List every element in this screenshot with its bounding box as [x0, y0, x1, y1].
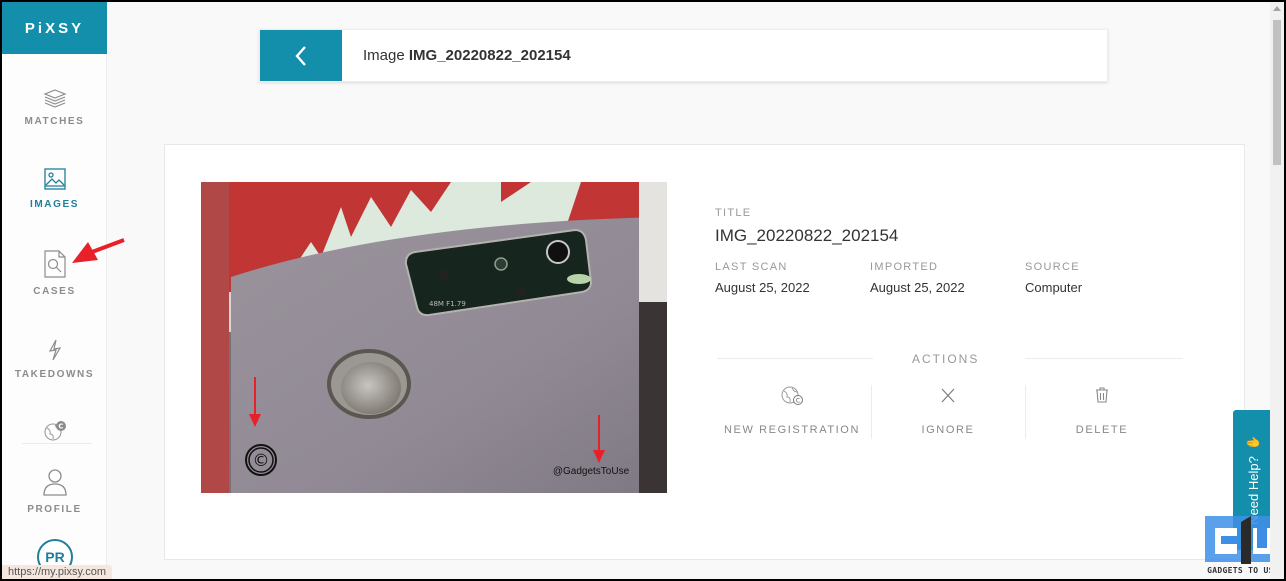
actions-divider-left [717, 358, 873, 359]
scroll-up-arrow-icon[interactable] [1273, 6, 1281, 11]
last-scan-label: LAST SCAN [715, 261, 788, 273]
title-image-name: IMG_20220822_202154 [408, 47, 571, 64]
actions-divider-right [1025, 358, 1183, 359]
watermark-handle: @GadgetsToUse [553, 466, 630, 477]
sidebar-item-label: CASES [33, 286, 76, 297]
title-label: TITLE [715, 207, 752, 219]
imported-label: IMPORTED [870, 261, 939, 273]
pixsy-logo[interactable]: PiXSY [2, 2, 107, 54]
page-scrollbar[interactable] [1270, 2, 1284, 579]
sidebar-divider [22, 443, 92, 444]
camera-text: 48M F1.79 [429, 300, 466, 308]
avatar-initials: PR [45, 549, 65, 565]
sidebar-item-registration[interactable]: C [2, 420, 107, 442]
title-prefix: Image [363, 47, 405, 64]
back-button[interactable] [260, 30, 342, 81]
sidebar-item-matches[interactable]: MATCHES [2, 88, 107, 127]
sidebar-item-takedowns[interactable]: TAKEDOWNS [2, 339, 107, 380]
ignore-button[interactable]: IGNORE [872, 385, 1024, 441]
delete-button[interactable]: DELETE [1026, 385, 1178, 441]
actions-heading: ACTIONS [912, 352, 980, 366]
browser-viewport: PiXSY MATCHES IMAGES CASES TAKEDOWNS C P… [2, 2, 1284, 579]
image-icon [43, 168, 66, 190]
action-label: DELETE [1075, 424, 1129, 436]
new-registration-button[interactable]: C NEW REGISTRATION [717, 385, 867, 441]
trash-icon [1096, 387, 1108, 403]
copyright-symbol: © [253, 451, 270, 471]
globe-copyright-icon: C [43, 421, 66, 441]
annotation-arrow-icon [72, 238, 125, 263]
logo-text: PiXSY [24, 19, 85, 37]
sidebar-item-label: TAKEDOWNS [14, 369, 95, 380]
sidebar-item-label: IMAGES [29, 199, 80, 210]
image-header: Image IMG_20220822_202154 [259, 29, 1108, 82]
action-label: NEW REGISTRATION [723, 424, 860, 436]
image-preview[interactable]: 48M F1.79 © @GadgetsToUse [201, 182, 667, 493]
close-icon [941, 388, 955, 403]
svg-text:C: C [796, 398, 800, 405]
action-label: IGNORE [921, 424, 975, 436]
globe-copyright-icon: C [781, 386, 803, 405]
sidebar: PiXSY MATCHES IMAGES CASES TAKEDOWNS C P… [2, 2, 107, 579]
chevron-left-icon [295, 45, 306, 66]
sidebar-item-profile[interactable]: PROFILE [2, 468, 107, 515]
status-bar-url: https://my.pixsy.com [2, 565, 113, 579]
source-value: Computer [1025, 280, 1083, 295]
last-scan-value: August 25, 2022 [715, 280, 810, 295]
sidebar-item-label: PROFILE [27, 504, 82, 515]
help-label: Need Help? [1245, 456, 1261, 525]
imported-value: August 25, 2022 [870, 280, 965, 295]
svg-text:C: C [58, 423, 63, 431]
scrollbar-thumb[interactable] [1273, 20, 1281, 165]
user-icon [42, 469, 67, 496]
wave-hand-icon: ✋ [1246, 435, 1260, 451]
image-preview-photo: 48M F1.79 © @GadgetsToUse [201, 182, 667, 493]
lightning-icon [48, 339, 61, 361]
title-value: IMG_20220822_202154 [715, 226, 899, 245]
sidebar-item-images[interactable]: IMAGES [2, 167, 107, 210]
image-detail-card: 48M F1.79 © @GadgetsToUse TITLE IMG_2022… [164, 144, 1245, 560]
page-title: Image IMG_20220822_202154 [363, 47, 571, 64]
source-label: SOURCE [1025, 261, 1080, 273]
case-search-icon [43, 250, 66, 278]
sidebar-item-label: MATCHES [24, 116, 85, 127]
layers-icon [42, 89, 67, 108]
